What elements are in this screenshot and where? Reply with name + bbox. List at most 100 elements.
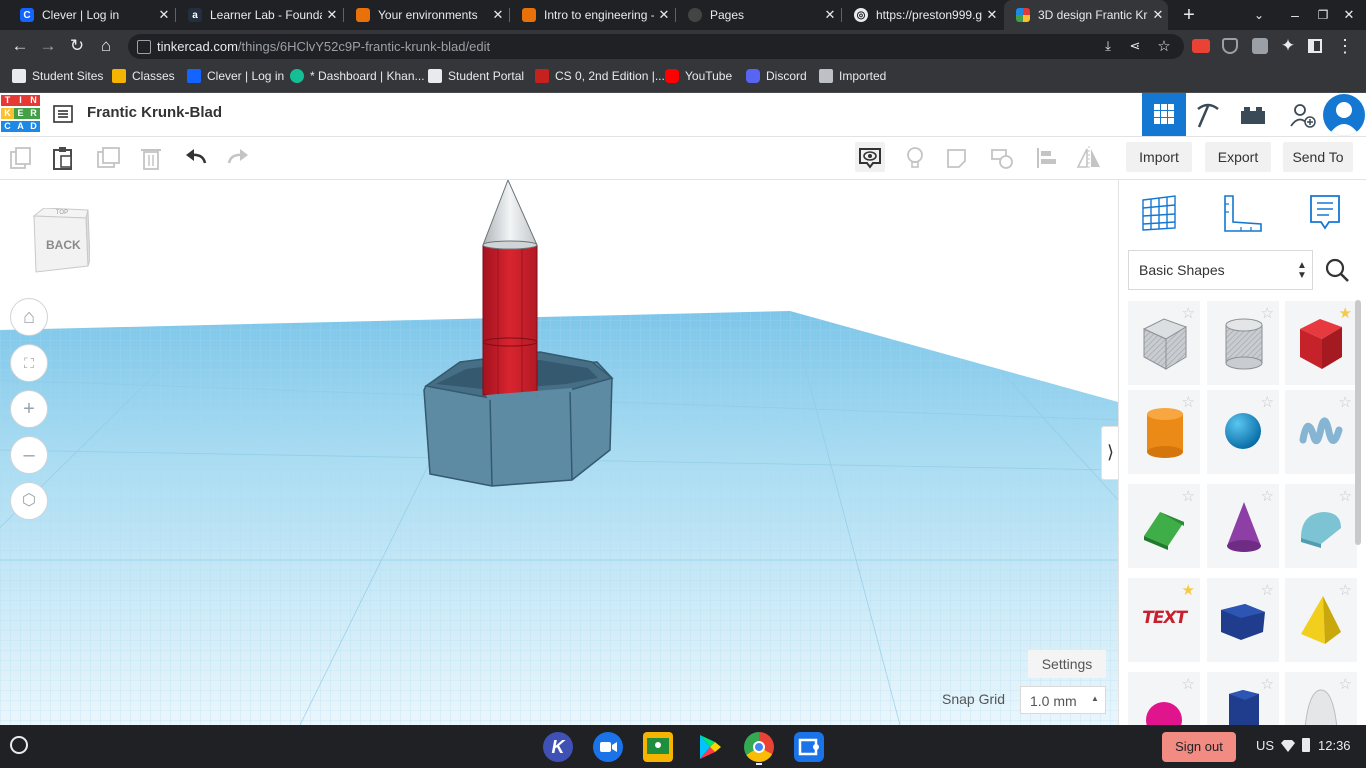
pickaxe-icon[interactable] [1194, 101, 1222, 129]
bookmark-item[interactable]: Student Portal [428, 68, 524, 84]
shape-category-select[interactable]: Basic Shapes ▲ ▼ [1128, 250, 1313, 290]
site-info-icon[interactable] [137, 40, 151, 54]
tab-search-chevron-icon[interactable]: ⌄ [1250, 5, 1268, 25]
shape-tile-round-roof[interactable]: ☆ [1285, 484, 1357, 568]
shape-tile-cylinder[interactable]: ☆ [1128, 390, 1200, 474]
classroom-app-icon[interactable] [643, 732, 673, 762]
browser-tab[interactable]: Your environments ✕ [344, 0, 508, 30]
favorite-star-filled-icon[interactable]: ★ [1182, 581, 1195, 599]
favorite-star-icon[interactable]: ☆ [1261, 581, 1274, 599]
align-icon[interactable] [1034, 145, 1060, 171]
bricks-icon[interactable] [1240, 105, 1266, 125]
shape-tile-wedge[interactable]: ☆ [1207, 578, 1279, 662]
workplane-grid-icon[interactable] [1141, 194, 1177, 232]
view-cube[interactable]: BACK TOP [30, 207, 91, 274]
favorite-star-icon[interactable]: ☆ [1261, 304, 1274, 322]
ruler-icon[interactable] [1223, 194, 1263, 232]
sign-out-button[interactable]: Sign out [1162, 732, 1236, 762]
new-tab-plus-icon[interactable]: + [1178, 4, 1200, 26]
browser-tab[interactable]: ◎ https://preston999.git ✕ [842, 0, 1002, 30]
install-app-icon[interactable]: ⤓ [1100, 38, 1116, 54]
shape-tile-box[interactable]: ★ [1285, 301, 1357, 385]
send-to-button[interactable]: Send To [1283, 142, 1353, 172]
locale-indicator[interactable]: US [1256, 738, 1274, 753]
favorite-star-icon[interactable]: ☆ [1182, 675, 1195, 693]
screencast-app-icon[interactable] [794, 732, 824, 762]
group-icon[interactable] [945, 145, 971, 171]
design-title[interactable]: Frantic Krunk-Blad [87, 104, 222, 121]
bookmark-item[interactable]: Discord [746, 68, 807, 84]
browser-menu-icon[interactable]: ⋮ [1334, 35, 1356, 57]
bookmark-item[interactable]: YouTube [665, 68, 732, 84]
bookmark-star-icon[interactable]: ☆ [1156, 37, 1172, 55]
ungroup-icon[interactable] [989, 145, 1015, 171]
extension-gray-icon[interactable] [1252, 38, 1268, 54]
redo-icon[interactable] [225, 145, 251, 171]
fit-view-icon[interactable]: ⛶ [10, 344, 48, 382]
forward-arrow-icon[interactable]: → [37, 35, 59, 57]
zoom-app-icon[interactable] [593, 732, 623, 762]
bookmark-item[interactable]: CS 0, 2nd Edition |... [535, 68, 665, 84]
bookmark-item[interactable]: Student Sites [12, 68, 103, 84]
tab-close-icon[interactable]: ✕ [1148, 7, 1168, 23]
puzzle-extensions-icon[interactable]: ✦ [1277, 35, 1299, 57]
undo-icon[interactable] [183, 145, 209, 171]
favorite-star-icon[interactable]: ☆ [1261, 675, 1274, 693]
extension-red-icon[interactable] [1192, 39, 1210, 53]
notes-eye-button[interactable] [855, 142, 885, 172]
shield-extension-icon[interactable] [1222, 38, 1238, 54]
launcher-icon[interactable] [10, 736, 28, 754]
bookmark-item[interactable]: Imported [819, 68, 886, 84]
workplane-viewport[interactable]: BACK TOP ⌂ ⛶ + – ⬡ Settings Snap Grid 1.… [0, 180, 1118, 725]
browser-tab[interactable]: C Clever | Log in ✕ [8, 0, 174, 30]
share-icon[interactable]: ⋖ [1127, 38, 1143, 54]
tab-close-icon[interactable]: ✕ [820, 7, 840, 23]
lightbulb-icon[interactable] [902, 145, 928, 171]
restore-icon[interactable]: ❐ [1314, 5, 1332, 25]
shape-tile-scribble[interactable]: ☆ [1285, 390, 1357, 474]
minimize-icon[interactable]: – [1286, 5, 1304, 25]
zoom-out-icon[interactable]: – [10, 436, 48, 474]
shape-tile-sphere[interactable]: ☆ [1207, 390, 1279, 474]
collapse-panel-chevron-icon[interactable]: ⟩ [1101, 426, 1118, 480]
import-button[interactable]: Import [1126, 142, 1192, 172]
reload-icon[interactable]: ↻ [66, 35, 88, 57]
favorite-star-icon[interactable]: ☆ [1339, 675, 1352, 693]
clock[interactable]: 12:36 [1318, 738, 1351, 753]
shape-tile-text[interactable]: TEXT ★ [1128, 578, 1200, 662]
wifi-icon[interactable] [1281, 739, 1295, 752]
favorite-star-filled-icon[interactable]: ★ [1339, 304, 1352, 322]
browser-tab[interactable]: Intro to engineering - A ✕ [510, 0, 674, 30]
shape-tile-cylinder-hole[interactable]: ☆ [1207, 301, 1279, 385]
gray-cone-shape[interactable] [482, 180, 538, 250]
favorite-star-icon[interactable]: ☆ [1339, 487, 1352, 505]
favorite-star-icon[interactable]: ☆ [1182, 487, 1195, 505]
add-user-icon[interactable] [1288, 101, 1316, 129]
favorite-star-icon[interactable]: ☆ [1261, 487, 1274, 505]
favorite-star-icon[interactable]: ☆ [1182, 304, 1195, 322]
snap-grid-select[interactable]: 1.0 mm ▲ [1020, 686, 1106, 714]
perspective-cube-icon[interactable]: ⬡ [10, 482, 48, 520]
browser-tab-active[interactable]: 3D design Frantic Krun ✕ [1004, 0, 1168, 30]
settings-button[interactable]: Settings [1028, 650, 1106, 678]
tab-close-icon[interactable]: ✕ [654, 7, 674, 23]
mirror-icon[interactable] [1076, 145, 1102, 171]
bookmark-item[interactable]: * Dashboard | Khan... [290, 68, 425, 84]
bookmark-item[interactable]: Classes [112, 68, 175, 84]
bookmark-item[interactable]: Clever | Log in [187, 68, 284, 84]
shape-tile-roof[interactable]: ☆ [1128, 484, 1200, 568]
battery-icon[interactable] [1302, 738, 1310, 752]
duplicate-icon[interactable] [95, 145, 121, 171]
kami-app-icon[interactable]: K [543, 732, 573, 762]
address-bar[interactable]: tinkercad.com/things/6HClvY52c9P-frantic… [128, 34, 1184, 59]
favorite-star-icon[interactable]: ☆ [1182, 393, 1195, 411]
shape-tile-cone[interactable]: ☆ [1207, 484, 1279, 568]
tab-close-icon[interactable]: ✕ [154, 7, 174, 23]
export-button[interactable]: Export [1205, 142, 1271, 172]
zoom-in-icon[interactable]: + [10, 390, 48, 428]
browser-tab[interactable]: a Learner Lab - Foundati ✕ [176, 0, 342, 30]
favorite-star-icon[interactable]: ☆ [1261, 393, 1274, 411]
favorite-star-icon[interactable]: ☆ [1339, 393, 1352, 411]
notes-icon[interactable] [1309, 194, 1341, 234]
favorite-star-icon[interactable]: ☆ [1339, 581, 1352, 599]
